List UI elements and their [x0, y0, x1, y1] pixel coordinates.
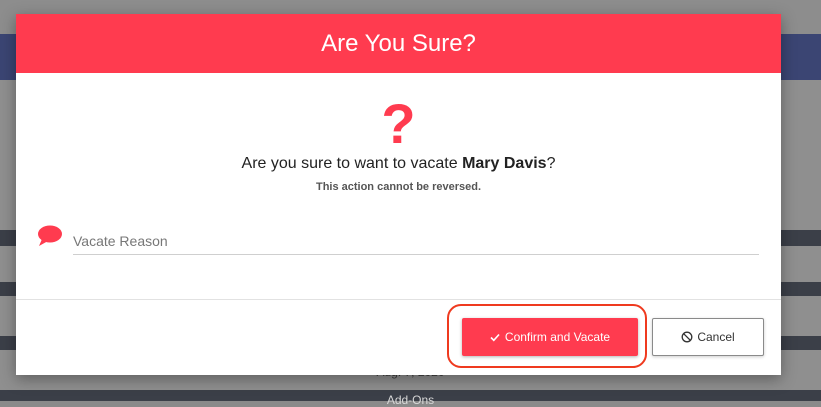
vacate-reason-row [36, 222, 759, 258]
modal-title: Are You Sure? [321, 29, 476, 57]
tenant-name: Mary Davis [462, 155, 547, 172]
confirm-message-prefix: Are you sure to want to vacate [241, 155, 463, 172]
question-mark-icon: ? [381, 92, 416, 155]
footer-divider [16, 299, 781, 300]
cancel-button-label: Cancel [697, 330, 735, 344]
speech-bubble-icon [36, 224, 64, 248]
vacate-reason-input[interactable] [73, 228, 759, 255]
confirm-message-suffix: ? [546, 155, 556, 172]
ban-icon [681, 331, 693, 343]
modal-header: Are You Sure? [16, 14, 781, 73]
confirm-message: Are you sure to want to vacate Mary Davi… [16, 155, 781, 173]
warning-message: This action cannot be reversed. [315, 181, 482, 193]
confirm-button-highlight-ring [447, 304, 647, 368]
cancel-button[interactable]: Cancel [652, 318, 764, 356]
background-addons-text: Add-Ons [386, 393, 435, 407]
confirm-vacate-modal: Are You Sure? ? Are you sure to want to … [16, 14, 781, 375]
